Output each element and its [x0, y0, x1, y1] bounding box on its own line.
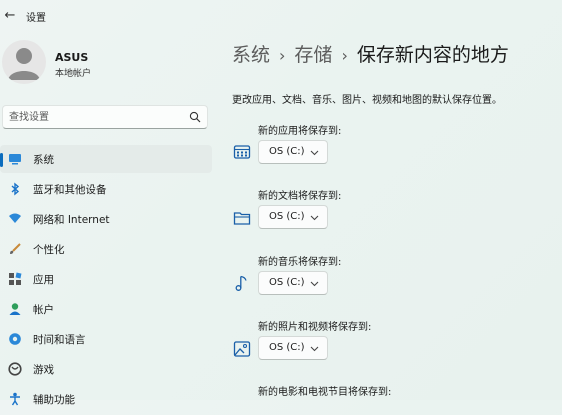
dropdown-value: OS (C:): [269, 342, 305, 353]
dropdown-value: OS (C:): [269, 277, 305, 288]
apps-location-dropdown[interactable]: OS (C:): [258, 140, 328, 164]
breadcrumb-storage[interactable]: 存储: [294, 44, 332, 66]
chevron-down-icon: [310, 215, 319, 221]
sidebar-item-system[interactable]: 系统: [0, 145, 212, 173]
chevron-down-icon: [310, 150, 319, 156]
photos-save-label: 新的照片和视频将保存到:: [258, 322, 372, 333]
account-type: 本地帐户: [55, 69, 92, 79]
sidebar-item-personalization[interactable]: 个性化: [0, 235, 212, 263]
game-icon: [8, 362, 22, 376]
dropdown-value: OS (C:): [269, 211, 305, 222]
sidebar-item-time-language[interactable]: 时间和语言: [0, 325, 212, 353]
apps-grid-icon: [233, 145, 251, 159]
music-save-label: 新的音乐将保存到:: [258, 257, 342, 268]
search-input[interactable]: [9, 109, 179, 125]
chevron-down-icon: [310, 346, 319, 352]
breadcrumb-separator: ›: [279, 46, 286, 65]
sidebar-item-label: 游戏: [33, 364, 54, 376]
account-icon: [9, 303, 21, 315]
bluetooth-icon: [11, 182, 20, 196]
documents-save-label: 新的文档将保存到:: [258, 191, 342, 202]
app-title: 设置: [26, 13, 46, 24]
sidebar-item-label: 个性化: [33, 244, 65, 256]
accessibility-icon: [10, 392, 20, 406]
wifi-icon: [9, 213, 21, 223]
photo-icon: [233, 341, 251, 357]
search-box[interactable]: [2, 105, 208, 129]
music-note-icon: [235, 275, 247, 291]
sidebar-item-gaming[interactable]: 游戏: [0, 355, 212, 383]
sidebar-item-label: 系统: [33, 154, 54, 166]
sidebar-nav: 系统 蓝牙和其他设备 网络和 Internet 个性化 应用 帐户 时间和语言 …: [0, 145, 212, 415]
breadcrumb-system[interactable]: 系统: [232, 44, 270, 66]
breadcrumb-separator: ›: [341, 46, 348, 65]
sidebar-item-label: 应用: [33, 274, 54, 286]
sidebar-item-apps[interactable]: 应用: [0, 265, 212, 293]
search-icon[interactable]: [189, 111, 201, 123]
sidebar-item-bluetooth[interactable]: 蓝牙和其他设备: [0, 175, 212, 203]
dropdown-value: OS (C:): [269, 146, 305, 157]
globe-clock-icon: [9, 333, 21, 345]
music-location-dropdown[interactable]: OS (C:): [258, 271, 328, 295]
sidebar-item-accounts[interactable]: 帐户: [0, 295, 212, 323]
brush-icon: [10, 243, 21, 254]
folder-icon: [233, 212, 251, 225]
title-bar: ← 设置: [0, 0, 562, 32]
sidebar-item-label: 网络和 Internet: [33, 214, 110, 226]
sidebar-item-label: 时间和语言: [33, 334, 86, 346]
sidebar-item-network[interactable]: 网络和 Internet: [0, 205, 212, 233]
sidebar-item-label: 帐户: [33, 304, 54, 316]
chevron-down-icon: [310, 281, 319, 287]
user-name: ASUS: [55, 51, 89, 64]
breadcrumb: 系统 › 存储 › 保存新内容的地方: [232, 40, 509, 67]
page-title: 保存新内容的地方: [356, 44, 509, 66]
photos-location-dropdown[interactable]: OS (C:): [258, 336, 328, 360]
back-arrow-icon[interactable]: ←: [2, 8, 18, 24]
sidebar-item-accessibility[interactable]: 辅助功能: [0, 385, 212, 413]
movies-save-label: 新的电影和电视节目将保存到:: [258, 387, 392, 398]
page-description: 更改应用、文档、音乐、图片、视频和地图的默认保存位置。: [232, 95, 502, 106]
system-icon: [9, 154, 21, 165]
sidebar-item-label: 蓝牙和其他设备: [33, 184, 107, 196]
avatar[interactable]: [2, 40, 46, 84]
apps-icon: [9, 272, 22, 285]
documents-location-dropdown[interactable]: OS (C:): [258, 205, 328, 229]
apps-save-label: 新的应用将保存到:: [258, 126, 342, 137]
